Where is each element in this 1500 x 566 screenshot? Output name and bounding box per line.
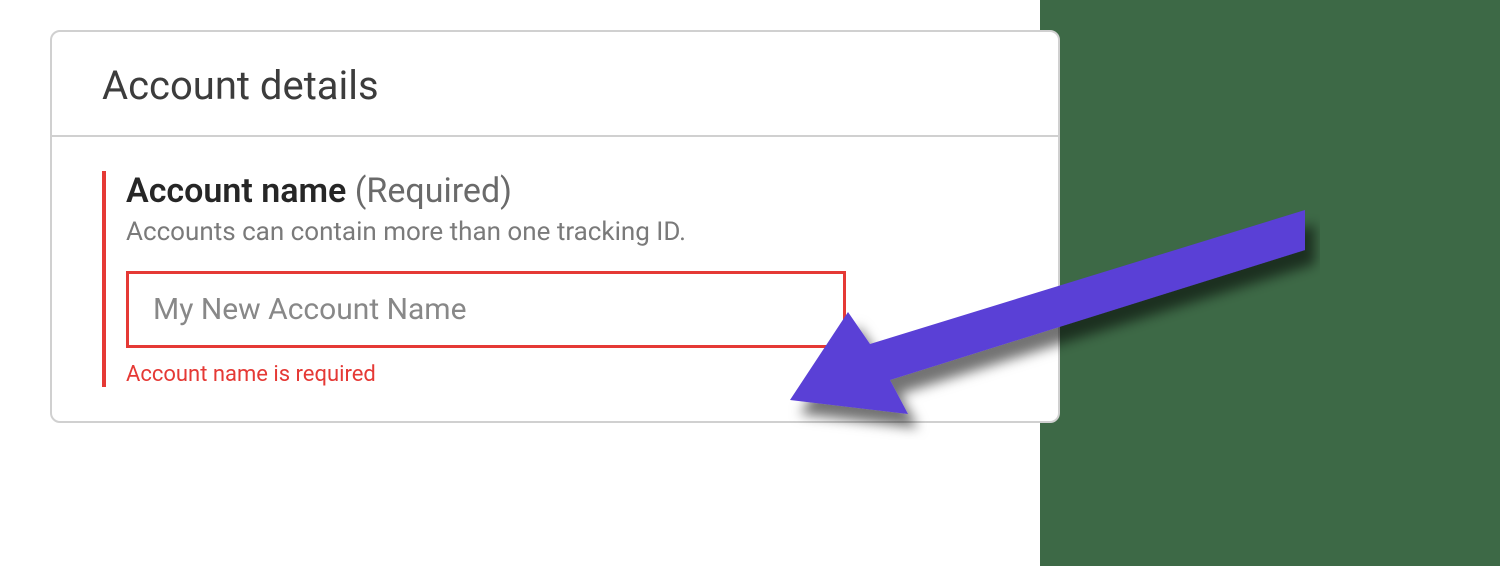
account-name-required-indicator: (Required) [355, 171, 512, 211]
right-side-panel [1040, 0, 1500, 566]
card-title: Account details [102, 62, 1008, 109]
account-name-field-block: Account name (Required) Accounts can con… [102, 171, 1030, 387]
account-name-label-row: Account name (Required) [126, 171, 1030, 211]
account-name-input[interactable] [153, 292, 819, 327]
account-name-input-wrap [126, 271, 846, 348]
account-name-label: Account name [126, 171, 346, 211]
card-body: Account name (Required) Accounts can con… [52, 137, 1058, 421]
card-header: Account details [52, 32, 1058, 137]
account-name-error-text: Account name is required [126, 362, 1030, 387]
account-details-card: Account details Account name (Required) … [50, 30, 1060, 423]
account-name-helper-text: Accounts can contain more than one track… [126, 217, 1030, 247]
